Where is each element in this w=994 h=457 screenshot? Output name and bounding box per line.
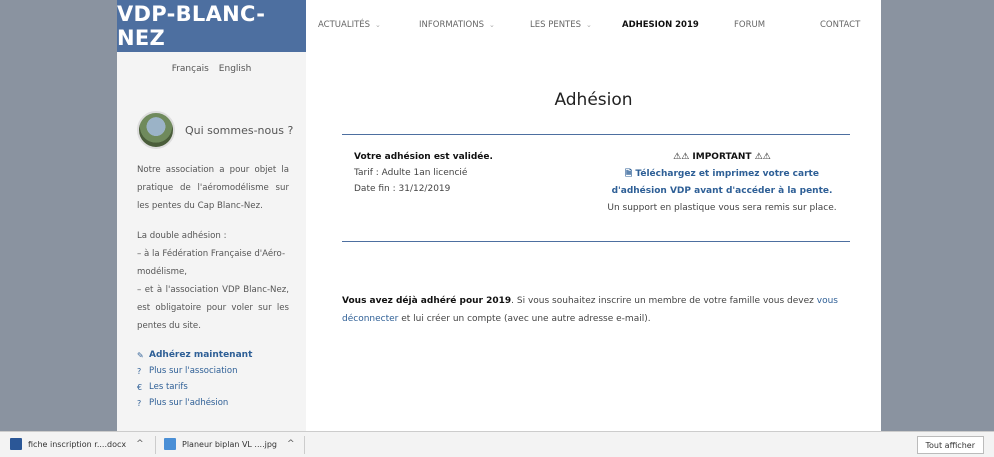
page-title: Adhésion [554, 90, 633, 110]
divider [304, 436, 305, 454]
double-adhesion: La double adhésion : – à la Fédération F… [137, 227, 289, 335]
lang-english[interactable]: English [219, 64, 252, 74]
chevron-down-icon: ⌄ [488, 21, 495, 29]
date-fin-text: Date fin : 31/12/2019 [354, 184, 451, 194]
image-file-icon [164, 438, 176, 450]
question-icon: ? [137, 366, 142, 376]
word-file-icon [10, 438, 22, 450]
download-card-label: Téléchargez et imprimez votre carte d'ad… [611, 169, 833, 196]
double-line1: – à la Fédération Française d'Aéro-modél… [137, 249, 286, 277]
link-label: Plus sur l'association [149, 366, 238, 376]
about-header: Qui sommes-nous ? [137, 111, 306, 149]
association-avatar [137, 111, 175, 149]
euro-icon: € [137, 382, 143, 392]
nav-label: ADHESION 2019 [622, 20, 699, 30]
download-name: Planeur biplan VL ....jpg [182, 439, 277, 449]
lang-french[interactable]: Français [172, 64, 209, 74]
sidebar-links: ✎ Adhérez maintenant ? Plus sur l'associ… [137, 347, 306, 411]
nav-label: CONTACT [820, 20, 861, 30]
already-member-note: Vous avez déjà adhéré pour 2019. Si vous… [342, 292, 862, 328]
adhesion-status-box: Votre adhésion est validée. Tarif : Adul… [342, 134, 850, 242]
sidebar: VDP-BLANC-NEZ Français English Qui somme… [117, 0, 306, 431]
nav-contact[interactable]: CONTACT [820, 20, 860, 30]
top-nav: ACTUALITÉS ⌄ INFORMATIONS ⌄ LES PENTES ⌄ AD… [306, 0, 881, 52]
important-notice: ⚠⚠ IMPORTANT ⚠⚠ 🗎 Téléchargez et imprime… [604, 149, 840, 217]
nav-informations[interactable]: INFORMATIONS ⌄ [419, 20, 495, 30]
nav-label: LES PENTES [530, 20, 582, 30]
chevron-down-icon: ⌄ [375, 21, 381, 29]
about-title: Qui sommes-nous ? [185, 123, 294, 137]
download-item-jpg[interactable]: Planeur biplan VL ....jpg ^ [164, 438, 295, 450]
link-adhesion[interactable]: ? Plus sur l'adhésion [137, 395, 306, 411]
about-text: Notre association a pour objet la pratiq… [137, 165, 289, 211]
logo-text: VDP-BLANC-NEZ [117, 2, 266, 50]
language-switcher: Français English [117, 64, 306, 74]
important-heading: ⚠⚠ IMPORTANT ⚠⚠ [673, 152, 771, 162]
site-logo[interactable]: VDP-BLANC-NEZ [117, 0, 306, 52]
double-line2: – et à l'association VDP Blanc-Nez, est … [137, 285, 289, 331]
main-content: Adhésion Votre adhésion est validée. Tar… [306, 52, 881, 431]
chevron-down-icon: ⌄ [586, 21, 592, 29]
nav-forum[interactable]: FORUM [734, 20, 765, 30]
link-adherez[interactable]: ✎ Adhérez maintenant [137, 347, 306, 363]
chevron-up-icon[interactable]: ^ [287, 439, 295, 449]
nav-label: INFORMATIONS [419, 20, 484, 30]
tarif-text: Tarif : Adulte 1an licencié [354, 168, 468, 178]
pencil-icon: ✎ [137, 350, 144, 360]
site-container: VDP-BLANC-NEZ Français English Qui somme… [117, 0, 881, 431]
already-bold: Vous avez déjà adhéré pour 2019 [342, 296, 512, 306]
divider [155, 436, 156, 454]
link-tarifs[interactable]: € Les tarifs [137, 379, 306, 395]
show-all-button[interactable]: Tout afficher [916, 436, 984, 454]
question-icon: ? [137, 398, 142, 408]
nav-adhesion[interactable]: ADHESION 2019 [622, 20, 699, 30]
status-text: Votre adhésion est validée. [354, 152, 493, 162]
link-label: Plus sur l'adhésion [149, 398, 229, 408]
already-text1: . Si vous souhaitez inscrire un membre d… [511, 296, 814, 306]
adhesion-details: Votre adhésion est validée. Tarif : Adul… [354, 149, 493, 197]
nav-label: ACTUALITÉS [318, 20, 371, 30]
downloads-bar: fiche inscription r....docx ^ Planeur bi… [0, 431, 994, 457]
pdf-icon: 🗎 [625, 169, 636, 179]
nav-les-pentes[interactable]: LES PENTES ⌄ [530, 20, 592, 30]
download-card-link[interactable]: 🗎 Téléchargez et imprimez votre carte d'… [604, 166, 840, 200]
chevron-up-icon[interactable]: ^ [136, 439, 144, 449]
nav-label: FORUM [734, 20, 766, 30]
link-association[interactable]: ? Plus sur l'association [137, 363, 306, 379]
nav-actualites[interactable]: ACTUALITÉS ⌄ [318, 20, 381, 30]
download-name: fiche inscription r....docx [28, 439, 127, 449]
link-label: Adhérez maintenant [149, 350, 253, 360]
download-item-docx[interactable]: fiche inscription r....docx ^ [10, 438, 144, 450]
link-label: Les tarifs [149, 382, 188, 392]
double-title: La double adhésion : [137, 231, 227, 241]
already-text2: et lui créer un compte (avec une autre a… [398, 314, 651, 324]
support-text: Un support en plastique vous sera remis … [607, 203, 837, 213]
